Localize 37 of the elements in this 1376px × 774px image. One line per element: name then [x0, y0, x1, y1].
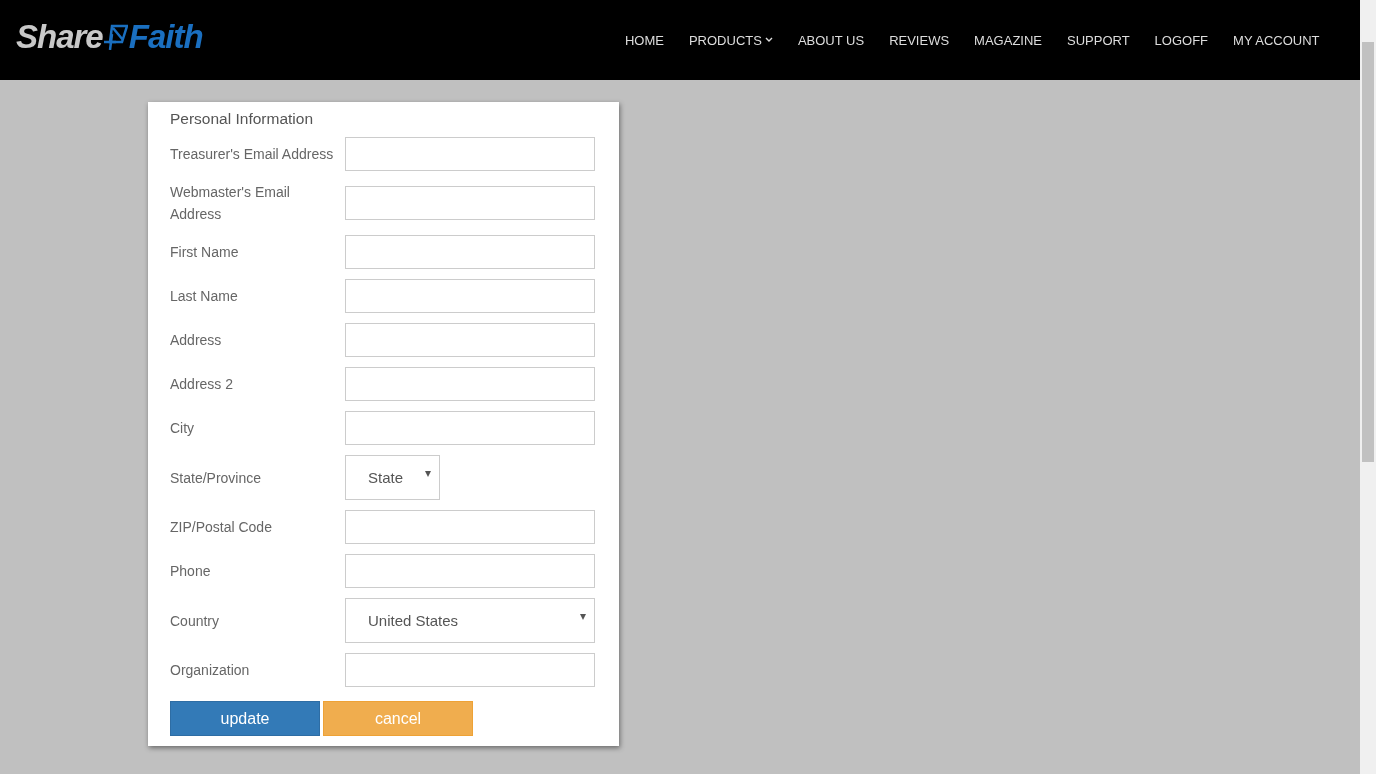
input-field[interactable]	[345, 653, 595, 687]
field-label: State/Province	[170, 468, 263, 488]
logo[interactable]: Share Faith	[16, 18, 203, 56]
form-title: Personal Information	[170, 110, 315, 128]
field-label: First Name	[170, 243, 240, 262]
input-field[interactable]	[345, 323, 595, 357]
input-field[interactable]	[345, 279, 595, 313]
dropdown-arrow-icon	[425, 470, 431, 477]
field-label: Organization	[170, 661, 251, 680]
input-field[interactable]	[345, 510, 595, 544]
nav-link[interactable]: MY ACCOUNT	[1220, 32, 1332, 48]
input-field[interactable]	[345, 411, 595, 445]
nav-link[interactable]: HOME	[612, 32, 677, 48]
field-label: Phone	[170, 562, 212, 581]
field-label: Treasurer's Email Address	[170, 145, 335, 164]
input-field[interactable]	[345, 235, 595, 269]
field-label: Last Name	[170, 287, 239, 306]
field-label: Address 2	[170, 375, 235, 394]
nav-link[interactable]: ABOUT US	[785, 32, 877, 48]
field-label: Address	[170, 331, 223, 350]
field-label: Country	[170, 611, 221, 631]
nav-link[interactable]: LOGOFF	[1142, 32, 1221, 48]
dropdown[interactable]: State	[345, 455, 440, 500]
field-label: City	[170, 419, 196, 438]
input-field[interactable]	[345, 137, 595, 171]
update-button[interactable]: update	[170, 701, 320, 736]
nav-link[interactable]: MAGAZINE	[961, 32, 1055, 48]
nav-link[interactable]: SUPPORT	[1054, 32, 1143, 48]
input-field[interactable]	[345, 186, 595, 220]
dropdown[interactable]: United States	[345, 598, 595, 643]
input-field[interactable]	[345, 367, 595, 401]
field-label: Webmaster's Email Address	[170, 183, 291, 224]
nav-link[interactable]: PRODUCTS	[676, 32, 786, 48]
field-label: ZIP/Postal Code	[170, 518, 273, 537]
dropdown-arrow-icon	[580, 613, 586, 620]
input-field[interactable]	[345, 554, 595, 588]
nav-link[interactable]: REVIEWS	[876, 32, 962, 48]
